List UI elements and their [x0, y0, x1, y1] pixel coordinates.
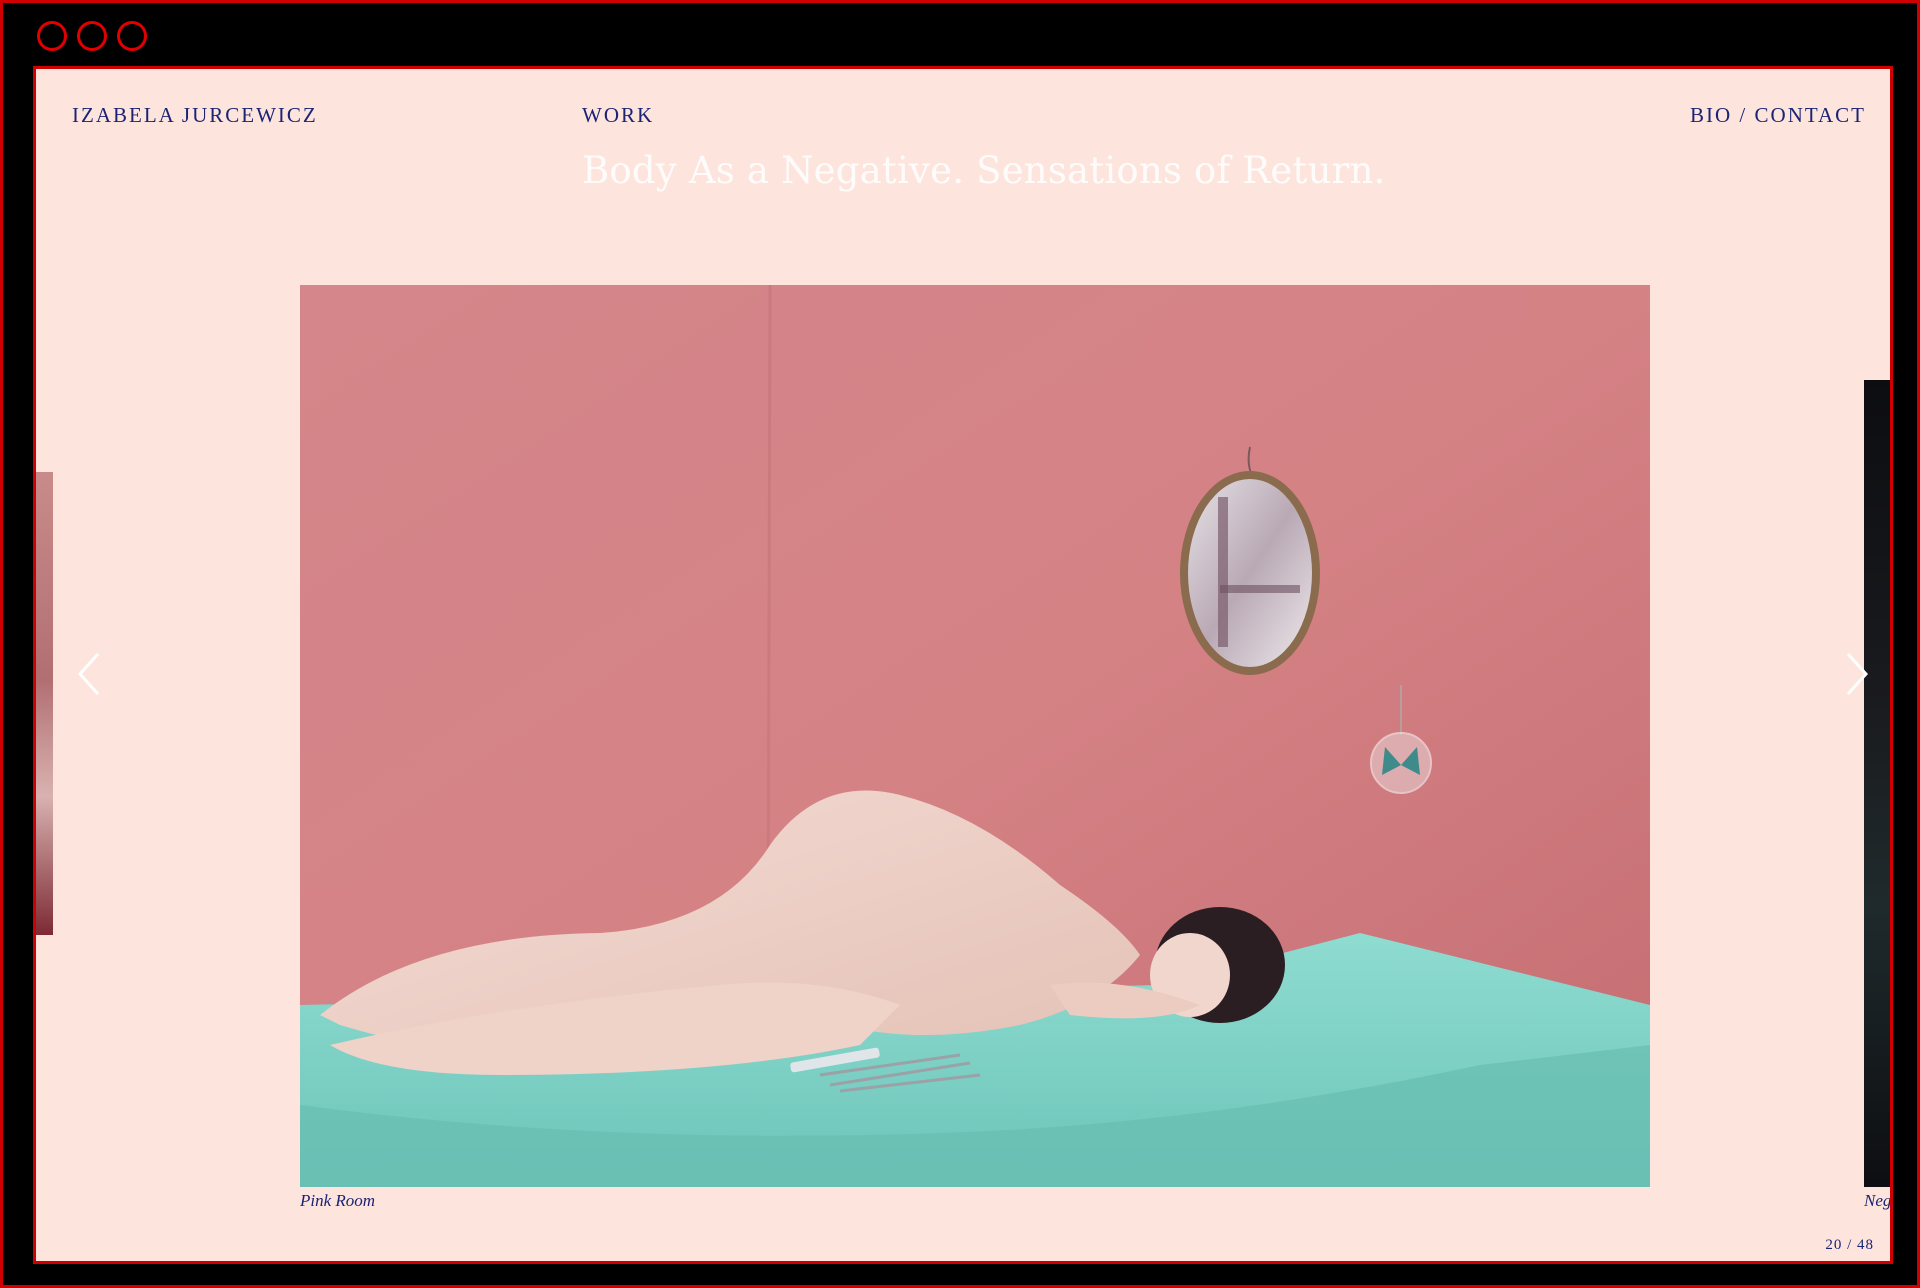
nav-work-link[interactable]: WORK: [582, 103, 654, 128]
previous-slide-preview[interactable]: [36, 472, 53, 935]
butterfly-ornament: [1370, 732, 1432, 794]
page-viewport: IZABELA JURCEWICZ WORK BIO / CONTACT Bod…: [33, 66, 1893, 1264]
main-slide-photo: [300, 285, 1650, 1187]
next-slide-preview[interactable]: [1864, 380, 1890, 1187]
brand-link[interactable]: IZABELA JURCEWICZ: [72, 103, 318, 128]
chevron-right-icon[interactable]: [1836, 644, 1876, 704]
browser-window-frame: IZABELA JURCEWICZ WORK BIO / CONTACT Bod…: [0, 0, 1920, 1288]
window-controls: [37, 21, 147, 51]
chevron-left-icon[interactable]: [70, 644, 110, 704]
nav-bio-contact-link[interactable]: BIO / CONTACT: [1690, 103, 1866, 128]
window-minimize-button[interactable]: [77, 21, 107, 51]
pink-room-photo: [300, 285, 1650, 1187]
next-slide-caption: Negative: [1864, 1191, 1892, 1210]
project-title: Body As a Negative. Sensations of Return…: [582, 149, 1386, 192]
slide-counter: 20 / 48: [1825, 1237, 1874, 1253]
window-maximize-button[interactable]: [117, 21, 147, 51]
window-close-button[interactable]: [37, 21, 67, 51]
slide-caption: Pink Room: [300, 1191, 376, 1210]
